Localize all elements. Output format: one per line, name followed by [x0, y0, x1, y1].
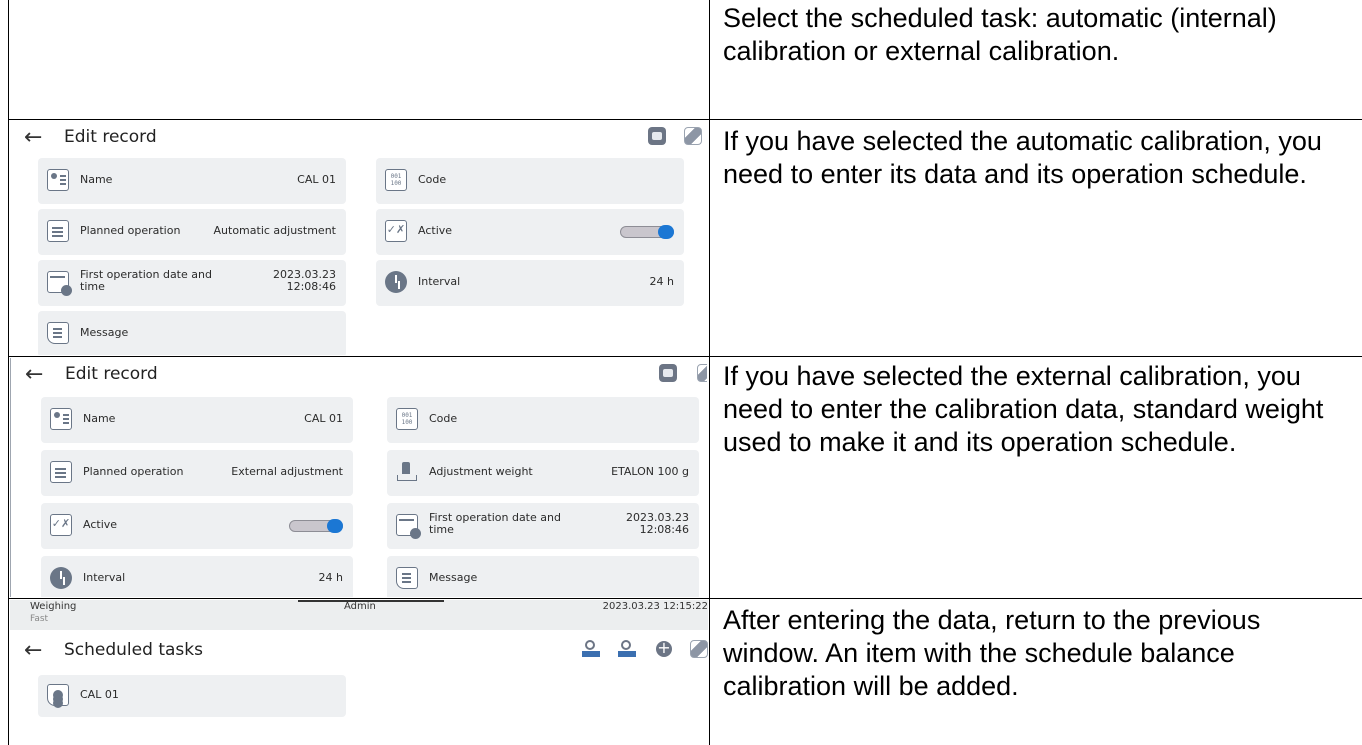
first-operation-value: 2023.03.23 12:08:46 — [273, 269, 336, 293]
search-code-caption: CODE — [621, 651, 633, 656]
calendar-clock-icon — [47, 271, 72, 296]
search-name-caption: NAME — [585, 651, 597, 656]
interval-field[interactable]: Interval 24 h — [376, 260, 684, 306]
name-field[interactable]: Name CAL 01 — [41, 397, 353, 443]
first-operation-time: 12:08:46 — [286, 280, 336, 293]
edit-pen-icon[interactable] — [690, 640, 708, 658]
search-code-icon[interactable]: CODE — [618, 640, 636, 658]
page-title: Edit record — [65, 364, 158, 384]
planned-operation-label: Planned operation — [83, 465, 184, 478]
code-icon: 001 100 — [385, 169, 407, 191]
datetime-label: 2023.03.23 12:15:22 — [602, 601, 708, 612]
scheduled-task-icon — [47, 684, 69, 706]
active-toggle[interactable] — [620, 225, 674, 239]
active-toggle[interactable] — [289, 519, 343, 533]
code-field[interactable]: 001 100 Code — [387, 397, 699, 443]
name-field[interactable]: Name CAL 01 — [38, 158, 346, 204]
panel-header: ← Edit record — [11, 358, 707, 388]
page-title: Scheduled tasks — [64, 640, 203, 660]
adjustment-weight-value: ETALON 100 g — [611, 465, 689, 478]
message-icon — [396, 567, 418, 589]
active-label: Active — [83, 518, 118, 531]
code-field[interactable]: 001 100 Code — [376, 158, 684, 204]
first-operation-value: 2023.03.23 12:08:46 — [626, 512, 689, 536]
message-label: Message — [80, 326, 129, 339]
first-operation-field[interactable]: First operation date and time 2023.03.23… — [387, 503, 699, 549]
search-name-icon[interactable]: NAME — [582, 640, 600, 658]
document-icon — [47, 220, 69, 242]
planned-operation-field[interactable]: Planned operation Automatic adjustment — [38, 209, 346, 255]
user-label: Admin — [344, 601, 376, 612]
checkbox-icon: ✓✗ — [50, 514, 72, 536]
message-icon — [47, 322, 69, 344]
adjustment-weight-field[interactable]: Adjustment weight ETALON 100 g — [387, 450, 699, 496]
instruction-external-calibration: If you have selected the external calibr… — [723, 361, 1324, 457]
name-value: CAL 01 — [304, 412, 343, 425]
back-arrow-icon[interactable]: ← — [24, 125, 42, 150]
interval-value: 24 h — [649, 275, 674, 288]
form-icon[interactable] — [659, 364, 677, 382]
person-card-icon — [50, 408, 72, 430]
code-label: Code — [429, 412, 458, 425]
calendar-clock-icon — [396, 514, 421, 539]
weight-icon — [396, 461, 418, 483]
add-icon[interactable] — [656, 638, 672, 657]
name-label: Name — [80, 173, 113, 186]
table-border-left — [8, 0, 9, 745]
planned-operation-field[interactable]: Planned operation External adjustment — [41, 450, 353, 496]
instruction-automatic-calibration: If you have selected the automatic calib… — [723, 126, 1322, 189]
table-column-divider — [709, 0, 710, 745]
clock-icon — [385, 271, 407, 293]
row-divider-3 — [8, 598, 1362, 599]
interval-label: Interval — [83, 571, 126, 584]
adjustment-weight-label: Adjustment weight — [429, 465, 533, 478]
name-value: CAL 01 — [297, 173, 336, 186]
message-label: Message — [429, 571, 478, 584]
list-item-label: CAL 01 — [80, 688, 119, 701]
form-icon[interactable] — [648, 127, 666, 145]
mode-label: Weighing — [30, 601, 77, 612]
instruction-select-task: Select the scheduled task: automatic (in… — [723, 3, 1277, 66]
edit-pen-icon[interactable] — [684, 127, 702, 145]
interval-field[interactable]: Interval 24 h — [41, 556, 353, 597]
edit-record-external-panel: ← Edit record Name CAL 01 001 100 Code Pl… — [10, 358, 707, 597]
panel-header: ← Scheduled tasks NAME CODE — [10, 634, 708, 664]
message-field[interactable]: Message — [38, 311, 346, 355]
interval-value: 24 h — [318, 571, 343, 584]
scheduled-tasks-panel: Weighing Fast Admin 2023.03.23 12:15:22 … — [10, 600, 708, 745]
clock-icon — [50, 567, 72, 589]
planned-operation-value: Automatic adjustment — [213, 224, 336, 237]
document-icon — [50, 461, 72, 483]
code-label: Code — [418, 173, 447, 186]
message-field[interactable]: Message — [387, 556, 699, 597]
back-arrow-icon[interactable]: ← — [25, 362, 43, 387]
active-field[interactable]: ✓✗ Active — [376, 209, 684, 255]
first-operation-label: First operation date and time — [80, 268, 212, 293]
person-card-icon — [47, 169, 69, 191]
row-divider-2 — [8, 356, 1362, 357]
list-item-cal01[interactable]: CAL 01 — [38, 675, 346, 717]
page-title: Edit record — [64, 127, 157, 147]
back-arrow-icon[interactable]: ← — [24, 638, 42, 663]
checkbox-icon: ✓✗ — [385, 220, 407, 242]
first-operation-label: First operation date and time — [429, 511, 561, 536]
first-operation-time: 12:08:46 — [639, 523, 689, 536]
code-icon: 001 100 — [396, 408, 418, 430]
instruction-return-previous: After entering the data, return to the p… — [723, 605, 1261, 701]
submode-label: Fast — [30, 614, 49, 624]
first-operation-field[interactable]: First operation date and time 2023.03.23… — [38, 260, 346, 306]
active-field[interactable]: ✓✗ Active — [41, 503, 353, 549]
edit-record-automatic-panel: ← Edit record Name CAL 01 001 100 Code Pl… — [10, 121, 706, 355]
edit-pen-icon[interactable] — [697, 364, 707, 382]
status-bar: Weighing Fast Admin 2023.03.23 12:15:22 — [10, 600, 708, 630]
planned-operation-value: External adjustment — [231, 465, 343, 478]
panel-header: ← Edit record — [10, 121, 706, 151]
row-divider-1 — [8, 119, 1362, 120]
planned-operation-label: Planned operation — [80, 224, 181, 237]
active-label: Active — [418, 224, 453, 237]
name-label: Name — [83, 412, 116, 425]
interval-label: Interval — [418, 275, 461, 288]
